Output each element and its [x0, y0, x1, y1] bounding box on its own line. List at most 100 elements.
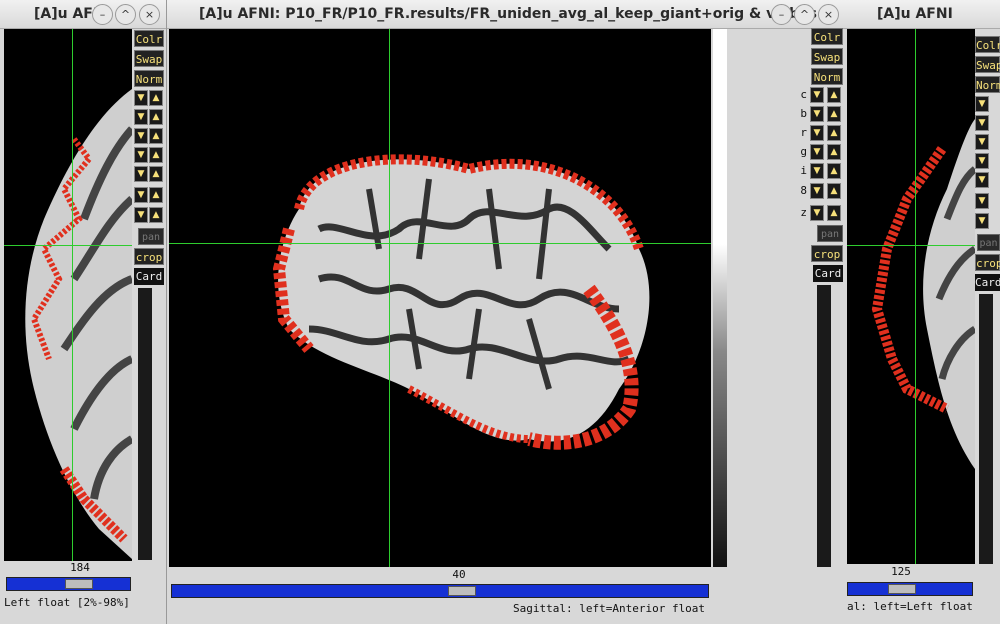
center-intensity-scale — [817, 285, 831, 567]
center-status-text: Sagittal: left=Anterior float — [513, 602, 706, 615]
arrow-row-label: i — [800, 164, 807, 177]
arrow-down-icon[interactable]: ▼ — [975, 193, 989, 209]
arrow-down-icon[interactable]: ▼ — [134, 187, 148, 203]
arrow-up-icon[interactable]: ▲ — [149, 187, 163, 203]
arrow-down-icon[interactable]: ▼ — [810, 183, 824, 199]
swap-button[interactable]: Swap — [975, 56, 1000, 73]
arrow-row-label: z — [800, 206, 807, 219]
arrow-down-icon[interactable]: ▼ — [975, 172, 989, 188]
arrow-down-icon[interactable]: ▼ — [810, 87, 824, 103]
arrow-row-label: r — [800, 126, 807, 139]
crop-button[interactable]: crop — [975, 254, 1000, 271]
arrow-row-label: g — [800, 145, 807, 158]
sagittal-brain-slice — [272, 154, 650, 450]
arrow-up-icon[interactable]: ▲ — [149, 166, 163, 182]
card-button[interactable]: Card — [975, 274, 1000, 291]
minimize-icon[interactable]: – — [771, 4, 792, 25]
minimize-icon[interactable]: – — [92, 4, 113, 25]
arrow-down-icon[interactable]: ▼ — [134, 109, 148, 125]
arrow-down-icon[interactable]: ▼ — [134, 207, 148, 223]
center-slice-slider[interactable] — [171, 584, 709, 598]
arrow-down-icon[interactable]: ▼ — [134, 147, 148, 163]
right-crosshair-horizontal — [847, 245, 975, 246]
right-crosshair-vertical — [915, 29, 916, 564]
colr-button[interactable]: Colr — [811, 28, 843, 45]
left-slider-thumb[interactable] — [65, 579, 93, 589]
right-intensity-scale — [979, 294, 993, 564]
arrow-down-icon[interactable]: ▼ — [810, 144, 824, 160]
arrow-down-icon[interactable]: ▼ — [810, 205, 824, 221]
arrow-down-icon[interactable]: ▼ — [810, 125, 824, 141]
arrow-down-icon[interactable]: ▼ — [134, 90, 148, 106]
center-crosshair-horizontal — [169, 243, 711, 244]
center-afni-window: [A]u AFNI: P10_FR/P10_FR.results/FR_unid… — [166, 0, 848, 624]
arrow-up-icon[interactable]: ▲ — [149, 90, 163, 106]
colr-button[interactable]: Colr — [975, 36, 1000, 53]
arrow-down-icon[interactable]: ▼ — [134, 166, 148, 182]
arrow-down-icon[interactable]: ▼ — [975, 96, 989, 112]
arrow-down-icon[interactable]: ▼ — [975, 153, 989, 169]
arrow-row-label: c — [800, 88, 807, 101]
arrow-up-icon[interactable]: ▲ — [149, 207, 163, 223]
arrow-up-icon[interactable]: ▲ — [827, 87, 841, 103]
norm-button[interactable]: Norm — [134, 70, 164, 87]
pan-button[interactable]: pan — [977, 234, 1000, 251]
arrow-up-icon[interactable]: ▲ — [827, 125, 841, 141]
center-slider-thumb[interactable] — [448, 586, 476, 596]
arrow-up-icon[interactable]: ▲ — [827, 144, 841, 160]
card-button[interactable]: Card — [134, 268, 164, 285]
arrow-up-icon[interactable]: ▲ — [827, 163, 841, 179]
left-crosshair-vertical — [72, 29, 73, 561]
right-afni-window: [A]u AFNI Colr Swap Norm ▼ ▼ ▼ ▼ ▼ ▼ ▼ p… — [847, 0, 1000, 624]
center-color-bar — [713, 29, 727, 567]
arrow-up-icon[interactable]: ▲ — [149, 147, 163, 163]
close-icon[interactable]: × — [139, 4, 160, 25]
right-window-title: [A]u AFNI — [877, 6, 953, 22]
left-brain-slice — [25, 89, 132, 559]
crop-button[interactable]: crop — [811, 245, 843, 262]
right-slice-number: 125 — [891, 565, 911, 578]
right-image-viewer[interactable] — [847, 29, 975, 564]
arrow-up-icon[interactable]: ▲ — [827, 205, 841, 221]
arrow-up-icon[interactable]: ▲ — [149, 128, 163, 144]
left-status-text: Left float [2%-98%] — [4, 596, 130, 609]
arrow-down-icon[interactable]: ▼ — [975, 115, 989, 131]
arrow-up-icon[interactable]: ▲ — [149, 109, 163, 125]
right-slider-thumb[interactable] — [888, 584, 916, 594]
center-crosshair-vertical — [389, 29, 390, 567]
left-titlebar[interactable]: [A]u AFN – ^ × — [0, 0, 166, 29]
left-slice-slider[interactable] — [6, 577, 131, 591]
left-image-viewer[interactable] — [4, 29, 132, 561]
arrow-row-label: b — [800, 107, 807, 120]
crop-button[interactable]: crop — [134, 248, 164, 265]
arrow-down-icon[interactable]: ▼ — [975, 134, 989, 150]
center-image-viewer[interactable] — [169, 29, 711, 567]
arrow-row-label: 8 — [800, 184, 807, 197]
card-button[interactable]: Card — [813, 265, 843, 282]
arrow-down-icon[interactable]: ▼ — [975, 213, 989, 229]
pan-button[interactable]: pan — [817, 225, 843, 242]
left-crosshair-horizontal — [4, 245, 132, 246]
maximize-icon[interactable]: ^ — [115, 4, 136, 25]
pan-button[interactable]: pan — [138, 228, 164, 245]
norm-button[interactable]: Norm — [975, 76, 1000, 93]
arrow-down-icon[interactable]: ▼ — [810, 106, 824, 122]
center-titlebar[interactable]: [A]u AFNI: P10_FR/P10_FR.results/FR_unid… — [167, 0, 847, 29]
colr-button[interactable]: Colr — [134, 30, 164, 47]
close-icon[interactable]: × — [818, 4, 839, 25]
right-slice-slider[interactable] — [847, 582, 973, 596]
arrow-up-icon[interactable]: ▲ — [827, 183, 841, 199]
center-window-title: [A]u AFNI: P10_FR/P10_FR.results/FR_unid… — [199, 6, 817, 22]
maximize-icon[interactable]: ^ — [794, 4, 815, 25]
swap-button[interactable]: Swap — [134, 50, 164, 67]
left-intensity-scale — [138, 288, 152, 560]
right-status-text: al: left=Left float — [847, 600, 973, 613]
right-brain-slice — [871, 119, 975, 469]
norm-button[interactable]: Norm — [811, 68, 843, 85]
right-titlebar[interactable]: [A]u AFNI — [847, 0, 1000, 29]
center-slice-number: 40 — [452, 568, 466, 581]
arrow-up-icon[interactable]: ▲ — [827, 106, 841, 122]
swap-button[interactable]: Swap — [811, 48, 843, 65]
arrow-down-icon[interactable]: ▼ — [810, 163, 824, 179]
arrow-down-icon[interactable]: ▼ — [134, 128, 148, 144]
